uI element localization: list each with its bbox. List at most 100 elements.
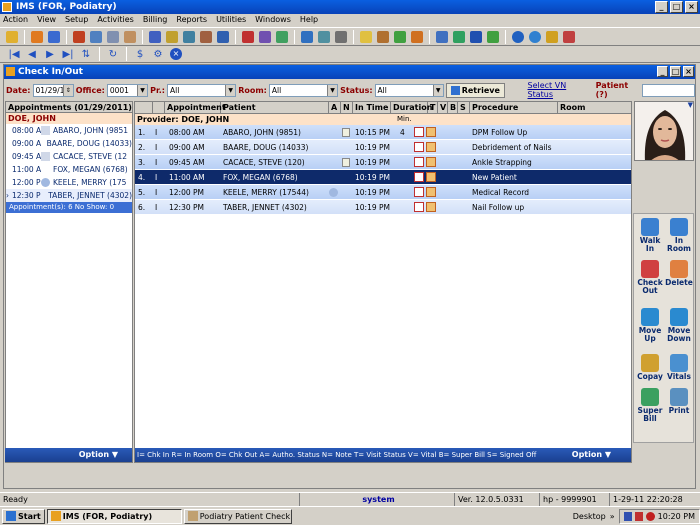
chevron-down-icon[interactable]: ▼ <box>137 84 148 96</box>
help-icon[interactable] <box>510 29 526 44</box>
bill-icon[interactable] <box>426 202 436 212</box>
table-row[interactable]: 1. I 08:00 AM ABARO, JOHN (9851) 10:15 P… <box>135 125 631 140</box>
schedule-icon[interactable] <box>257 29 273 44</box>
move-up-button[interactable]: Move Up <box>636 308 664 343</box>
table-row[interactable]: 2. I 09:00 AM BAARE, DOUG (14033) 10:19 … <box>135 140 631 155</box>
col-appointment[interactable]: Appointment <box>165 102 226 114</box>
retrieve-button[interactable]: Retrieve <box>445 82 505 98</box>
settings-icon[interactable]: ⚙ <box>150 47 166 62</box>
fax-icon[interactable] <box>316 29 332 44</box>
menu-activities[interactable]: Activities <box>97 14 134 26</box>
close-button[interactable]: × <box>685 1 698 13</box>
col-v[interactable]: V <box>438 102 448 114</box>
list-item[interactable]: 12:00 P KEELE, MERRY (175 <box>6 176 132 189</box>
taskbar-doc-button[interactable]: Podiatry Patient Check I... <box>183 508 292 524</box>
patient-icon[interactable] <box>29 29 45 44</box>
antivirus-icon[interactable] <box>645 511 655 521</box>
form-icon[interactable] <box>105 29 121 44</box>
house-icon[interactable] <box>414 187 424 197</box>
menu-billing[interactable]: Billing <box>143 14 168 26</box>
notes-icon[interactable] <box>122 29 138 44</box>
grid-option-button[interactable]: Option ▼ <box>572 448 611 462</box>
walk-in-button[interactable]: Walk In <box>636 218 664 253</box>
reports-icon[interactable] <box>375 29 391 44</box>
chevron-down-icon[interactable]: ▼ <box>432 84 443 96</box>
list-item[interactable]: 08:00 A ABARO, JOHN (9851 <box>6 124 132 137</box>
menu-setup[interactable]: Setup <box>65 14 88 26</box>
insurance-icon[interactable] <box>215 29 231 44</box>
note-icon[interactable] <box>342 158 350 167</box>
col-t[interactable]: T <box>428 102 438 114</box>
previous-record-icon[interactable]: ◀ <box>24 47 40 62</box>
document-icon[interactable] <box>71 29 87 44</box>
sort-icon[interactable]: ⇅ <box>78 47 94 62</box>
col-in-time[interactable]: In Time <box>353 102 391 114</box>
desktop-chevron-icon[interactable]: » <box>610 512 615 521</box>
print-icon[interactable] <box>333 29 349 44</box>
table-row[interactable]: 6. I 12:30 PM TABER, JENNET (4302) 10:19… <box>135 200 631 215</box>
col-procedure[interactable]: Procedure <box>470 102 558 114</box>
refresh-icon[interactable]: ↻ <box>105 47 121 62</box>
word-icon[interactable] <box>468 29 484 44</box>
start-button[interactable]: Start <box>2 508 45 524</box>
col-duration[interactable]: Duration <box>391 102 432 114</box>
col-b[interactable]: B <box>448 102 458 114</box>
list-item[interactable]: › 12:30 P TABER, JENNET (4302) <box>6 189 132 202</box>
delete-button[interactable]: Delete <box>665 260 693 287</box>
bill-icon[interactable] <box>426 127 436 137</box>
copay-button[interactable]: Copay <box>636 354 664 381</box>
email-icon[interactable] <box>434 29 450 44</box>
status-select[interactable]: All ▼ <box>374 83 444 97</box>
menu-action[interactable]: Action <box>3 14 28 26</box>
office-select[interactable]: 0001 ▼ <box>106 83 149 97</box>
spin-icon[interactable]: ⇕ <box>62 84 73 96</box>
table-row-selected[interactable]: 4. I 11:00 AM FOX, MEGAN (6768) 10:19 PM… <box>135 170 631 185</box>
appointment-icon[interactable] <box>46 29 62 44</box>
chevron-down-icon[interactable]: ▼ <box>327 84 338 96</box>
list-item[interactable]: 09:00 A BAARE, DOUG (14033) <box>6 137 132 150</box>
maximize-button[interactable]: □ <box>670 1 683 13</box>
minimize-button[interactable]: _ <box>655 1 668 13</box>
print-button[interactable]: Print <box>665 388 693 415</box>
table-row[interactable]: 3. I 09:45 AM CACACE, STEVE (120) 10:19 … <box>135 155 631 170</box>
table-row[interactable]: 5. I 12:00 PM KEELE, MERRY (17544) 10:19… <box>135 185 631 200</box>
tasks-icon[interactable] <box>409 29 425 44</box>
bill-icon[interactable] <box>426 157 436 167</box>
provider-select[interactable]: All ▼ <box>167 83 237 97</box>
chevron-down-icon[interactable]: ▼ <box>225 84 236 96</box>
col-room[interactable]: Room <box>558 102 631 114</box>
lock-icon[interactable] <box>544 29 560 44</box>
house-icon[interactable] <box>414 157 424 167</box>
menu-windows[interactable]: Windows <box>255 14 291 26</box>
bill-icon[interactable] <box>426 187 436 197</box>
taskbar-ims-button[interactable]: IMS (FOR, Podiatry) <box>46 508 182 524</box>
billing-icon[interactable] <box>147 29 163 44</box>
vitals-button[interactable]: Vitals <box>665 354 693 381</box>
ledger-icon[interactable] <box>198 29 214 44</box>
payment-icon[interactable] <box>164 29 180 44</box>
check-out-button[interactable]: Check Out <box>636 260 664 295</box>
move-down-button[interactable]: Move Down <box>665 308 693 343</box>
child-maximize-button[interactable]: □ <box>670 66 681 77</box>
refresh-icon[interactable] <box>451 29 467 44</box>
col-patient[interactable]: Patient <box>221 102 329 114</box>
chart-icon[interactable] <box>88 29 104 44</box>
super-bill-button[interactable]: Super Bill <box>636 388 664 423</box>
provider-header[interactable]: DOE, JOHN <box>6 113 132 124</box>
authorization-icon[interactable] <box>329 188 338 197</box>
network-icon[interactable] <box>623 511 632 521</box>
left-option-button[interactable]: Option ▼ <box>5 448 132 462</box>
select-vn-status-link[interactable]: Select VN Status <box>528 81 590 99</box>
list-item[interactable]: 11:00 A FOX, MEGAN (6768) <box>6 163 132 176</box>
child-minimize-button[interactable]: _ <box>657 66 668 77</box>
last-record-icon[interactable]: ▶| <box>60 47 76 62</box>
menu-view[interactable]: View <box>37 14 56 26</box>
photo-menu-icon[interactable]: ▼ <box>688 101 693 109</box>
in-room-button[interactable]: In Room <box>665 218 693 253</box>
menu-utilities[interactable]: Utilities <box>216 14 246 26</box>
referral-icon[interactable] <box>299 29 315 44</box>
first-record-icon[interactable]: |◀ <box>6 47 22 62</box>
room-select[interactable]: All ▼ <box>268 83 339 97</box>
col-s[interactable]: S <box>458 102 470 114</box>
house-icon[interactable] <box>414 202 424 212</box>
